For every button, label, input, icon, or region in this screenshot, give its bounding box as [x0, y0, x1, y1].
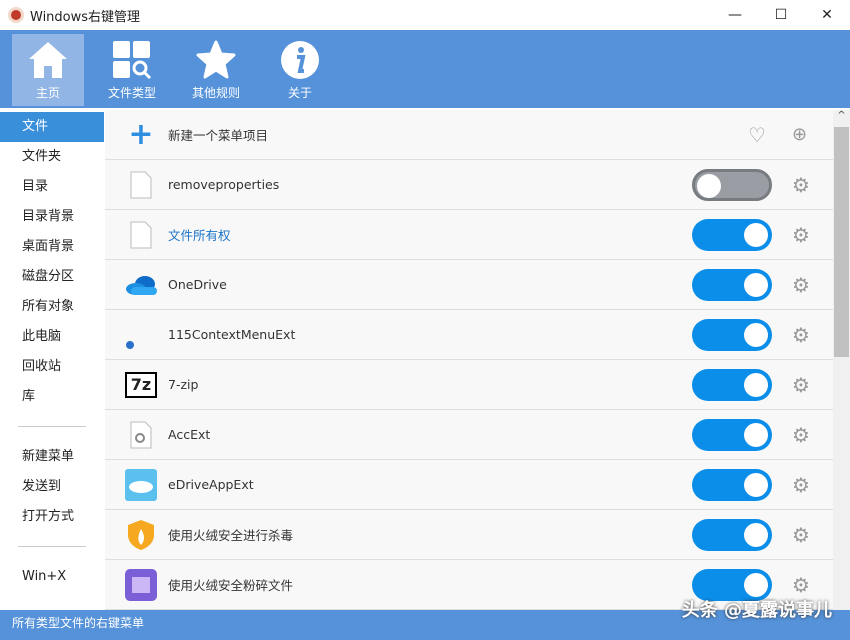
enable-toggle[interactable]	[692, 469, 772, 501]
app-icon	[8, 7, 24, 23]
menu-item-label: eDriveAppExt	[168, 477, 254, 492]
gear-icon[interactable]: ⚙	[792, 523, 810, 547]
menu-item-row: 文件所有权 ⚙	[105, 210, 833, 260]
plus-icon: +	[125, 119, 157, 151]
toggle-knob	[744, 573, 768, 597]
onedrive-icon	[125, 269, 157, 301]
menu-item-label: OneDrive	[168, 277, 227, 292]
menu-item-row: removeproperties ⚙	[105, 160, 833, 210]
gear-icon[interactable]: ⚙	[792, 173, 810, 197]
toggle-knob	[744, 273, 768, 297]
tab-file-types[interactable]: 文件类型	[96, 34, 168, 106]
file-icon	[125, 219, 157, 251]
grid-search-icon	[111, 40, 153, 80]
tab-label: 关于	[288, 84, 312, 101]
new-menu-item-row[interactable]: + 新建一个菜单项目 ♡ ⊕	[105, 110, 833, 160]
menu-item-row: OneDrive ⚙	[105, 260, 833, 310]
favorite-add-icon[interactable]: ♡	[748, 123, 766, 147]
toggle-knob	[697, 174, 721, 198]
huorong-shield-icon	[125, 519, 157, 551]
tab-label: 文件类型	[108, 84, 156, 101]
sidebar-item[interactable]: 桌面背景	[0, 232, 104, 262]
gear-icon[interactable]: ⚙	[792, 223, 810, 247]
toolbar: 主页 文件类型 其他规则 关于	[0, 30, 850, 108]
menu-item-row: eDriveAppExt ⚙	[105, 460, 833, 510]
file-icon	[125, 169, 157, 201]
menu-item-row: AccExt ⚙	[105, 410, 833, 460]
toggle-knob	[744, 223, 768, 247]
title-bar: Windows右键管理 — ☐ ✕	[0, 0, 850, 30]
sidebar-item[interactable]: 文件	[0, 112, 104, 142]
home-icon	[27, 40, 69, 80]
star-icon	[195, 40, 237, 80]
sidebar-item[interactable]: 磁盘分区	[0, 262, 104, 292]
toggle-knob	[744, 423, 768, 447]
sidebar-divider	[18, 426, 86, 427]
enable-toggle[interactable]	[692, 219, 772, 251]
toggle-knob	[744, 473, 768, 497]
menu-item-label: 使用火绒安全进行杀毒	[168, 525, 293, 544]
toggle-knob	[744, 373, 768, 397]
add-item-icon[interactable]: ⊕	[792, 124, 807, 145]
watermark: 头条 @夏露说事儿	[682, 596, 832, 622]
tab-other-rules[interactable]: 其他规则	[180, 34, 252, 106]
close-button[interactable]: ✕	[804, 0, 850, 30]
sidebar-item[interactable]: 发送到	[0, 472, 104, 502]
menu-item-label: 7-zip	[168, 377, 198, 392]
new-item-label: 新建一个菜单项目	[168, 125, 268, 144]
menu-item-list: + 新建一个菜单项目 ♡ ⊕ removeproperties ⚙ 文件所有权 …	[105, 110, 833, 610]
enable-toggle[interactable]	[692, 269, 772, 301]
gear-icon[interactable]: ⚙	[792, 373, 810, 397]
tab-home[interactable]: 主页	[12, 34, 84, 106]
sidebar-item[interactable]: 库	[0, 382, 104, 412]
cloud-icon	[125, 469, 157, 501]
sidebar-item[interactable]: 文件夹	[0, 142, 104, 172]
gear-icon[interactable]: ⚙	[792, 323, 810, 347]
tab-label: 主页	[36, 84, 60, 101]
sidebar-item[interactable]: 此电脑	[0, 322, 104, 352]
sidebar-item[interactable]: 新建菜单	[0, 442, 104, 472]
enable-toggle[interactable]	[692, 419, 772, 451]
sidebar-item[interactable]: 所有对象	[0, 292, 104, 322]
gear-icon[interactable]: ⚙	[792, 423, 810, 447]
7zip-icon: 7z	[125, 369, 157, 401]
sidebar: 文件文件夹目录目录背景桌面背景磁盘分区所有对象此电脑回收站库新建菜单发送到打开方…	[0, 110, 104, 610]
menu-item-label: 文件所有权	[168, 225, 231, 244]
menu-item-row: 使用火绒安全进行杀毒 ⚙	[105, 510, 833, 560]
sidebar-item[interactable]: 目录	[0, 172, 104, 202]
enable-toggle[interactable]	[692, 519, 772, 551]
gear-icon[interactable]: ⚙	[792, 573, 810, 597]
menu-item-row: 115ContextMenuExt ⚙	[105, 310, 833, 360]
menu-item-label: AccExt	[168, 427, 210, 442]
menu-item-row: 7z 7-zip ⚙	[105, 360, 833, 410]
menu-item-label: 115ContextMenuExt	[168, 327, 295, 342]
gear-icon[interactable]: ⚙	[792, 273, 810, 297]
menu-item-label: removeproperties	[168, 177, 279, 192]
scrollbar-thumb[interactable]	[834, 127, 849, 357]
sidebar-item[interactable]: Win+X	[0, 562, 104, 592]
menu-item-label: 使用火绒安全粉碎文件	[168, 575, 293, 594]
shredder-icon	[125, 569, 157, 601]
maximize-button[interactable]: ☐	[758, 0, 804, 30]
toggle-knob	[744, 523, 768, 547]
sidebar-divider	[18, 546, 86, 547]
sidebar-item[interactable]: 回收站	[0, 352, 104, 382]
gear-icon[interactable]: ⚙	[792, 473, 810, 497]
minimize-button[interactable]: —	[712, 0, 758, 30]
sidebar-item[interactable]: 目录背景	[0, 202, 104, 232]
tab-label: 其他规则	[192, 84, 240, 101]
115-icon	[125, 319, 157, 351]
enable-toggle[interactable]	[692, 369, 772, 401]
scroll-up-icon[interactable]: ^	[833, 110, 850, 121]
sidebar-item[interactable]: 打开方式	[0, 502, 104, 532]
toggle-knob	[744, 323, 768, 347]
tab-about[interactable]: 关于	[264, 34, 336, 106]
scrollbar[interactable]: ^	[833, 110, 850, 610]
info-icon	[279, 40, 321, 80]
enable-toggle[interactable]	[692, 169, 772, 201]
settings-file-icon	[125, 419, 157, 451]
window-title: Windows右键管理	[30, 6, 140, 25]
enable-toggle[interactable]	[692, 319, 772, 351]
